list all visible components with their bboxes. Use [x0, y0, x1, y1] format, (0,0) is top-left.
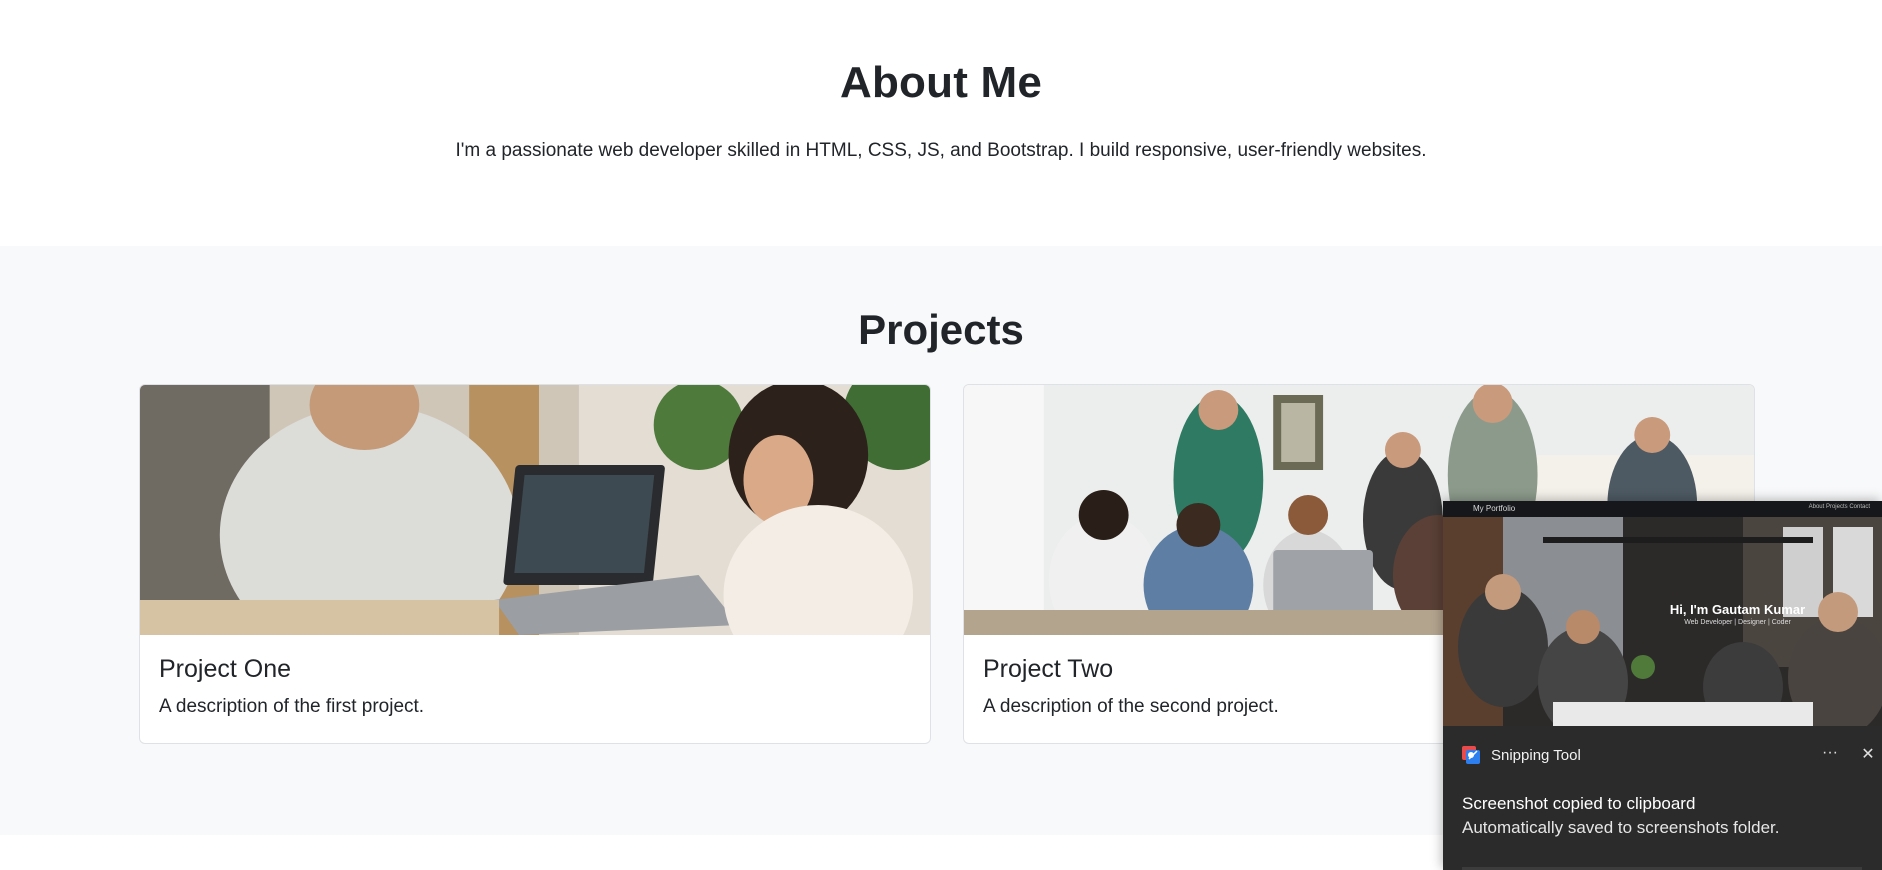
snipping-tool-icon — [1461, 745, 1481, 765]
about-text: I'm a passionate web developer skilled i… — [455, 140, 1427, 161]
about-heading: About Me — [839, 58, 1042, 107]
toast-message-subtitle: Automatically saved to screenshots folde… — [1462, 818, 1780, 837]
projects-heading: Projects — [858, 306, 1024, 353]
preview-hero-title: Hi, I'm Gautam Kumar — [1669, 602, 1806, 617]
project-two-description: A description of the second project. — [983, 696, 1279, 717]
toast-message-title: Screenshot copied to clipboard — [1462, 794, 1696, 813]
project-one-title: Project One — [159, 655, 292, 683]
snipping-tool-notification[interactable]: My Portfolio About Projects Contact Hi, … — [1443, 501, 1882, 870]
app-name: Snipping Tool — [1491, 747, 1581, 764]
preview-hero-image: Hi, I'm Gautam Kumar Web Developer | Des… — [1443, 517, 1882, 726]
toast-header: Snipping Tool ··· ✕ — [1461, 744, 1875, 767]
about-section: About Me I'm a passionate web developer … — [0, 0, 1882, 246]
project-two-title: Project Two — [983, 655, 1114, 683]
preview-nav-links: About Projects Contact — [1808, 504, 1870, 510]
preview-navbar: My Portfolio About Projects Contact — [1443, 501, 1882, 517]
project-one-image — [140, 385, 930, 635]
screenshot-preview[interactable]: My Portfolio About Projects Contact Hi, … — [1443, 501, 1882, 726]
more-options-button[interactable]: ··· — [1816, 741, 1844, 769]
project-one-description: A description of the first project. — [159, 696, 425, 717]
close-button[interactable]: ✕ — [1854, 741, 1882, 769]
project-card-one[interactable]: Project One A description of the first p… — [139, 384, 931, 744]
preview-hero-subtitle: Web Developer | Designer | Coder — [1684, 619, 1791, 626]
preview-brand: My Portfolio — [1473, 504, 1516, 513]
